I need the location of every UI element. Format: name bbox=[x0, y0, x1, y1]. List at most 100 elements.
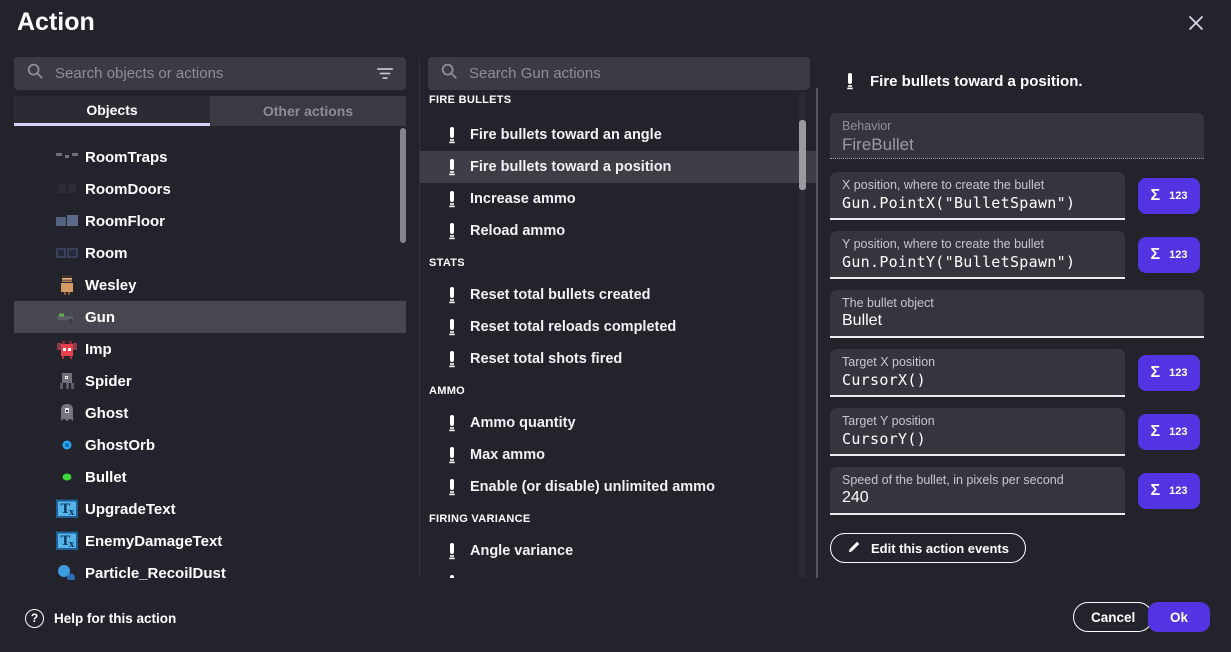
action-item-label: Reload ammo bbox=[470, 223, 565, 239]
action-item-label: Reset total reloads completed bbox=[470, 319, 676, 335]
object-item-label: EnemyDamageText bbox=[85, 533, 222, 550]
action-item-fire-bullets-toward-an-angle[interactable]: Fire bullets toward an angle bbox=[420, 119, 816, 151]
edit-action-events-label: Edit this action events bbox=[871, 541, 1009, 556]
bullet-action-icon bbox=[447, 158, 457, 176]
particle-icon bbox=[56, 562, 78, 580]
object-item-roomdoors[interactable]: RoomDoors bbox=[14, 173, 406, 205]
field-target-y-position[interactable]: Target Y positionCursorY() bbox=[830, 408, 1125, 456]
object-item-gun[interactable]: Gun bbox=[14, 301, 406, 333]
help-link[interactable]: ? Help for this action bbox=[25, 605, 176, 631]
action-group-header-fire-bullets: FIRE BULLETS bbox=[420, 92, 816, 108]
object-item-enemydamagetext[interactable]: TxEnemyDamageText bbox=[14, 525, 406, 557]
search-actions-input[interactable]: Search Gun actions bbox=[428, 57, 810, 90]
action-description: Fire bullets toward a position. bbox=[870, 73, 1083, 90]
object-item-roomfloor[interactable]: RoomFloor bbox=[14, 205, 406, 237]
object-list-scrollbar[interactable] bbox=[400, 128, 406, 243]
object-item-imp[interactable]: Imp bbox=[14, 333, 406, 365]
action-item-reset-total-shots-fired[interactable]: Reset total shots fired bbox=[420, 343, 816, 375]
field-row-y-position-where-to-create-the-bullet: Y position, where to create the bulletGu… bbox=[830, 231, 1204, 279]
action-item-reset-total-reloads-completed[interactable]: Reset total reloads completed bbox=[420, 311, 816, 343]
field-the-bullet-object[interactable]: The bullet objectBullet bbox=[830, 290, 1204, 338]
object-item-wesley[interactable]: Wesley bbox=[14, 269, 406, 301]
object-item-spider[interactable]: Spider bbox=[14, 365, 406, 397]
field-row-target-x-position: Target X positionCursorX() Σ 123 bbox=[830, 349, 1204, 397]
svg-text:x: x bbox=[69, 540, 75, 550]
close-button[interactable] bbox=[1184, 13, 1208, 37]
bullet-action-icon bbox=[447, 350, 457, 368]
expression-editor-button[interactable]: Σ123 bbox=[1138, 473, 1200, 509]
action-dialog: Action Search objects or actions Search … bbox=[0, 0, 1231, 652]
action-item-label: Fire bullets toward an angle bbox=[470, 127, 662, 143]
bullet-action-icon bbox=[447, 414, 457, 432]
action-item-increase-ammo[interactable]: Increase ammo bbox=[420, 183, 816, 215]
object-item-room[interactable]: Room bbox=[14, 237, 406, 269]
field-target-x-position[interactable]: Target X positionCursorX() bbox=[830, 349, 1125, 397]
action-item-item[interactable] bbox=[420, 567, 816, 578]
imp-icon bbox=[56, 338, 78, 360]
bullet-icon bbox=[56, 466, 78, 488]
object-item-label: Wesley bbox=[85, 277, 136, 294]
object-item-label: RoomFloor bbox=[85, 213, 165, 230]
action-item-max-ammo[interactable]: Max ammo bbox=[420, 439, 816, 471]
action-item-label: Increase ammo bbox=[470, 191, 576, 207]
object-item-bullet[interactable]: Bullet bbox=[14, 461, 406, 493]
filter-icon[interactable] bbox=[376, 67, 394, 80]
ghost-icon bbox=[56, 402, 78, 424]
object-item-particle-recoildust[interactable]: Particle_RecoilDust bbox=[14, 557, 406, 580]
action-item-label: Reset total shots fired bbox=[470, 351, 622, 367]
bullet-action-icon bbox=[447, 478, 457, 496]
ok-button[interactable]: Ok bbox=[1148, 602, 1210, 632]
field-speed-of-the-bullet-in-pixels-per-second[interactable]: Speed of the bullet, in pixels per secon… bbox=[830, 467, 1125, 515]
action-item-enable-or-disable-unlimited-ammo[interactable]: Enable (or disable) unlimited ammo bbox=[420, 471, 816, 503]
tab-objects[interactable]: Objects bbox=[14, 96, 210, 126]
action-item-reset-total-bullets-created[interactable]: Reset total bullets created bbox=[420, 279, 816, 311]
help-icon: ? bbox=[25, 609, 44, 628]
action-item-label: Angle variance bbox=[470, 543, 573, 559]
tab-other-actions[interactable]: Other actions bbox=[210, 96, 406, 126]
action-item-angle-variance[interactable]: Angle variance bbox=[420, 535, 816, 567]
action-item-label: Enable (or disable) unlimited ammo bbox=[470, 479, 715, 495]
object-item-ghostorb[interactable]: GhostOrb bbox=[14, 429, 406, 461]
numbers-icon: 123 bbox=[1169, 367, 1187, 379]
action-group-header-ammo: AMMO bbox=[420, 375, 816, 407]
cancel-button[interactable]: Cancel bbox=[1073, 602, 1153, 632]
object-item-label: Bullet bbox=[85, 469, 127, 486]
numbers-icon: 123 bbox=[1169, 249, 1187, 261]
action-description-row: Fire bullets toward a position. bbox=[845, 70, 1083, 92]
object-item-label: Particle_RecoilDust bbox=[85, 565, 226, 581]
svg-text:x: x bbox=[69, 508, 75, 518]
expression-editor-button[interactable]: Σ123 bbox=[1138, 178, 1200, 214]
object-item-roomtraps[interactable]: RoomTraps bbox=[14, 141, 406, 173]
edit-action-events-button[interactable]: Edit this action events bbox=[830, 533, 1026, 563]
action-item-ammo-quantity[interactable]: Ammo quantity bbox=[420, 407, 816, 439]
sigma-icon: Σ bbox=[1151, 246, 1161, 264]
bullet-action-icon bbox=[447, 222, 457, 240]
field-row-the-bullet-object: The bullet objectBullet bbox=[830, 290, 1204, 338]
field-label: Target Y position bbox=[842, 414, 1113, 428]
expression-editor-button[interactable]: Σ 123 bbox=[1138, 355, 1200, 391]
field-value: Bullet bbox=[842, 312, 1192, 330]
object-item-label: Gun bbox=[85, 309, 115, 326]
sigma-icon: Σ bbox=[1151, 364, 1161, 382]
field-value: FireBullet bbox=[842, 135, 1192, 155]
object-list: RoomTrapsRoomDoors RoomFloor Room Wesley Gun… bbox=[14, 126, 406, 580]
object-item-upgradetext[interactable]: TxUpgradeText bbox=[14, 493, 406, 525]
field-x-position-where-to-create-the-bullet[interactable]: X position, where to create the bulletGu… bbox=[830, 172, 1125, 220]
object-item-ghost[interactable]: Ghost bbox=[14, 397, 406, 429]
action-item-fire-bullets-toward-a-position[interactable]: Fire bullets toward a position bbox=[420, 151, 816, 183]
left-tab-bar: Objects Other actions bbox=[14, 96, 406, 126]
search-objects-input[interactable]: Search objects or actions bbox=[14, 57, 406, 90]
bullet-action-icon bbox=[447, 542, 457, 560]
search-icon bbox=[26, 62, 44, 85]
action-list-scrollbar[interactable] bbox=[799, 120, 806, 190]
action-item-reload-ammo[interactable]: Reload ammo bbox=[420, 215, 816, 247]
expression-editor-button[interactable]: Σ 123 bbox=[1138, 237, 1200, 273]
action-group-header-firing-variance: FIRING VARIANCE bbox=[420, 503, 816, 535]
field-y-position-where-to-create-the-bullet[interactable]: Y position, where to create the bulletGu… bbox=[830, 231, 1125, 279]
spider-icon bbox=[56, 370, 78, 392]
room-doors-icon bbox=[56, 178, 78, 200]
bullet-action-icon bbox=[845, 72, 855, 90]
expression-editor-button[interactable]: Σ123 bbox=[1138, 414, 1200, 450]
help-label: Help for this action bbox=[54, 611, 176, 626]
bullet-action-icon bbox=[447, 126, 457, 144]
